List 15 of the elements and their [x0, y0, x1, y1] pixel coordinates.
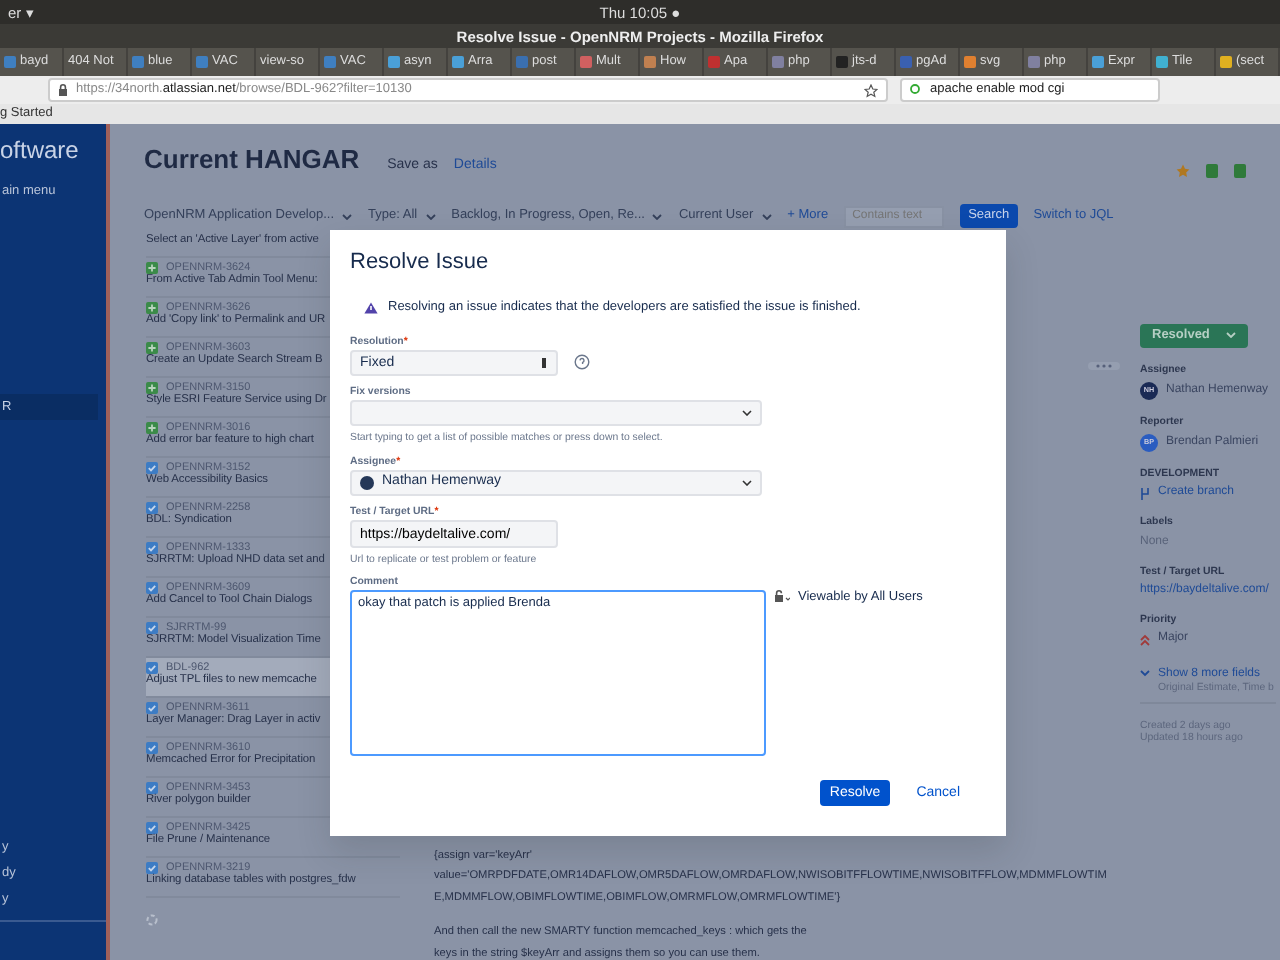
page-title: Current HANGAR [144, 144, 360, 176]
star-icon[interactable] [864, 83, 878, 97]
chevron-icon [1140, 670, 1150, 679]
lock-icon[interactable] [774, 589, 790, 602]
warning-icon [364, 302, 378, 315]
help-icon[interactable] [574, 354, 590, 371]
star-icon[interactable] [1176, 164, 1190, 179]
priority-icon [1140, 634, 1150, 647]
search-icon [910, 84, 922, 96]
avatar-icon [360, 475, 374, 490]
spinner-icon [146, 913, 158, 925]
lock-icon [58, 84, 68, 96]
branch-icon [1140, 487, 1150, 500]
product-name: oftware [0, 136, 81, 168]
fix-versions-select[interactable] [350, 400, 762, 427]
